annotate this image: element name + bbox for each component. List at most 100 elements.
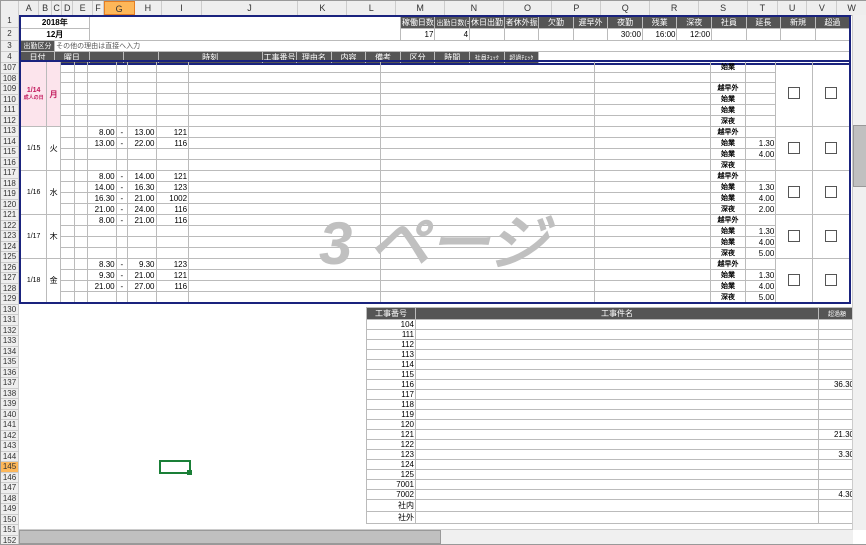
proj-name[interactable]	[416, 512, 819, 524]
col-header-Q[interactable]: Q	[601, 1, 650, 15]
proj-code[interactable]: 社外	[367, 512, 416, 524]
time-end[interactable]: 13.00	[128, 127, 156, 138]
kubun-cell[interactable]: 深夜	[711, 292, 746, 304]
time-end[interactable]: 24.00	[128, 204, 156, 215]
col-header-S[interactable]: S	[699, 1, 748, 15]
kubun-cell[interactable]: 越早外	[711, 259, 746, 270]
reason[interactable]	[189, 127, 381, 138]
time-start[interactable]	[88, 73, 116, 83]
proj-code[interactable]: 120	[367, 420, 416, 430]
col-header-A[interactable]: A	[19, 1, 39, 15]
content[interactable]	[381, 171, 594, 182]
col-header-I[interactable]: I	[162, 1, 201, 15]
time-end[interactable]: 16.30	[128, 182, 156, 193]
job-code[interactable]: 123	[156, 259, 189, 270]
proj-val[interactable]	[819, 370, 856, 380]
job-code[interactable]	[156, 248, 189, 259]
kubun-cell[interactable]: 始業	[711, 270, 746, 281]
row-header-133[interactable]: 133	[1, 336, 19, 347]
job-code[interactable]	[156, 83, 189, 94]
time-end[interactable]	[128, 248, 156, 259]
content[interactable]	[381, 204, 594, 215]
remark[interactable]	[594, 73, 711, 83]
content[interactable]	[381, 83, 594, 94]
proj-code[interactable]: 121	[367, 430, 416, 440]
row-header-126[interactable]: 126	[1, 263, 19, 274]
kubun-cell[interactable]: 始業	[711, 182, 746, 193]
reason[interactable]	[189, 281, 381, 292]
remark[interactable]	[594, 105, 711, 116]
reason[interactable]	[189, 105, 381, 116]
kubun-cell[interactable]: 越早外	[711, 127, 746, 138]
remark[interactable]	[594, 116, 711, 127]
reason[interactable]	[189, 83, 381, 94]
proj-code[interactable]: 113	[367, 350, 416, 360]
checkbox-icon[interactable]	[788, 87, 800, 99]
remark[interactable]	[594, 171, 711, 182]
remark[interactable]	[594, 138, 711, 149]
checkbox-icon[interactable]	[825, 274, 837, 286]
proj-name[interactable]	[416, 330, 819, 340]
proj-val[interactable]	[819, 410, 856, 420]
proj-val[interactable]	[819, 320, 856, 330]
proj-val[interactable]	[819, 350, 856, 360]
job-code[interactable]	[156, 160, 189, 171]
time-end[interactable]: 21.00	[128, 193, 156, 204]
row-header-116[interactable]: 116	[1, 158, 19, 169]
proj-name[interactable]	[416, 450, 819, 460]
remark[interactable]	[594, 83, 711, 94]
proj-val[interactable]: 21.30	[819, 430, 856, 440]
reason[interactable]	[189, 73, 381, 83]
row-header-148[interactable]: 148	[1, 494, 19, 505]
proj-val[interactable]	[819, 330, 856, 340]
val-shukkin[interactable]: 4	[435, 29, 470, 41]
kubun-cell[interactable]: 始業	[711, 149, 746, 160]
proj-code[interactable]: 112	[367, 340, 416, 350]
col-header-D[interactable]: D	[62, 1, 73, 15]
proj-name[interactable]	[416, 440, 819, 450]
kubun-cell[interactable]: 深夜	[711, 116, 746, 127]
reason[interactable]	[189, 138, 381, 149]
hours-cell[interactable]: 1.30	[745, 138, 775, 149]
proj-val[interactable]	[819, 420, 856, 430]
proj-code[interactable]: 104	[367, 320, 416, 330]
dow-cell[interactable]: 金	[47, 259, 61, 304]
row-header-146[interactable]: 146	[1, 473, 19, 484]
proj-name[interactable]	[416, 360, 819, 370]
row-header-139[interactable]: 139	[1, 399, 19, 410]
hours-cell[interactable]	[745, 116, 775, 127]
dow-cell[interactable]: 月	[47, 61, 61, 127]
time-start[interactable]: 9.30	[88, 270, 116, 281]
kubun-cell[interactable]: 深夜	[711, 248, 746, 259]
proj-val[interactable]	[819, 440, 856, 450]
checkbox-icon[interactable]	[825, 230, 837, 242]
job-code[interactable]	[156, 237, 189, 248]
proj-code[interactable]: 119	[367, 410, 416, 420]
kubun-cell[interactable]: 深夜	[711, 160, 746, 171]
content[interactable]	[381, 160, 594, 171]
proj-val[interactable]: 36.30	[819, 380, 856, 390]
hours-cell[interactable]	[745, 160, 775, 171]
hours-cell[interactable]	[745, 105, 775, 116]
row-header-129[interactable]: 129	[1, 294, 19, 305]
time-start[interactable]	[88, 61, 116, 73]
content[interactable]	[381, 94, 594, 105]
kubun-cell[interactable]: 深夜	[711, 204, 746, 215]
proj-val[interactable]	[819, 500, 856, 512]
time-start[interactable]: 8.00	[88, 127, 116, 138]
col-header-M[interactable]: M	[396, 1, 445, 15]
row-header-108[interactable]: 108	[1, 74, 19, 85]
proj-val[interactable]: 4.30	[819, 490, 856, 500]
proj-code[interactable]: 124	[367, 460, 416, 470]
col-header-R[interactable]: R	[650, 1, 699, 15]
proj-code[interactable]: 社内	[367, 500, 416, 512]
remark[interactable]	[594, 204, 711, 215]
reason[interactable]	[189, 226, 381, 237]
reason[interactable]	[189, 149, 381, 160]
row-header-147[interactable]: 147	[1, 483, 19, 494]
row-header-119[interactable]: 119	[1, 189, 19, 200]
proj-name[interactable]	[416, 460, 819, 470]
row-header-123[interactable]: 123	[1, 231, 19, 242]
hours-cell[interactable]: 4.00	[745, 193, 775, 204]
remark[interactable]	[594, 127, 711, 138]
